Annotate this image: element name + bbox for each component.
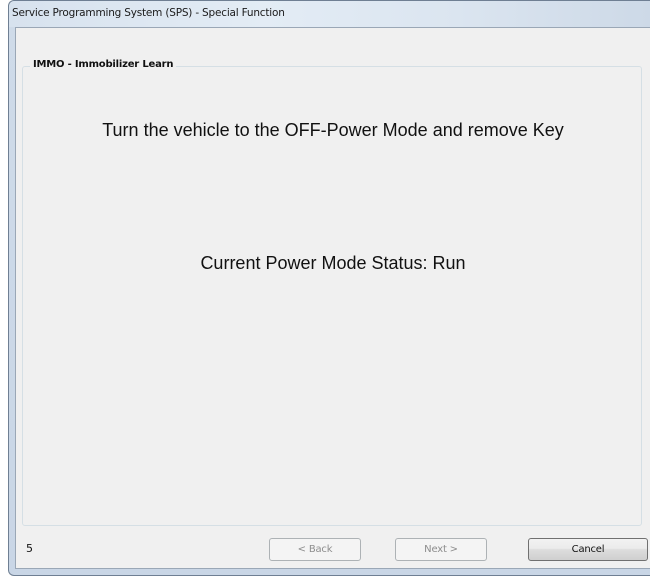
step-number: 5	[26, 542, 33, 555]
title-bar[interactable]: Service Programming System (SPS) - Speci…	[9, 1, 650, 27]
power-mode-status-text: Current Power Mode Status: Run	[200, 253, 466, 273]
instruction-text: Turn the vehicle to the OFF-Power Mode a…	[102, 120, 564, 140]
dialog-body: IMMO - Immobilizer Learn Turn the vehicl…	[15, 27, 650, 569]
cancel-button[interactable]: Cancel	[528, 538, 648, 561]
sps-window: Service Programming System (SPS) - Speci…	[8, 0, 650, 576]
window-title: Service Programming System (SPS) - Speci…	[12, 7, 285, 19]
back-button[interactable]: < Back	[269, 538, 361, 561]
next-button[interactable]: Next >	[395, 538, 487, 561]
group-title: IMMO - Immobilizer Learn	[30, 59, 177, 70]
